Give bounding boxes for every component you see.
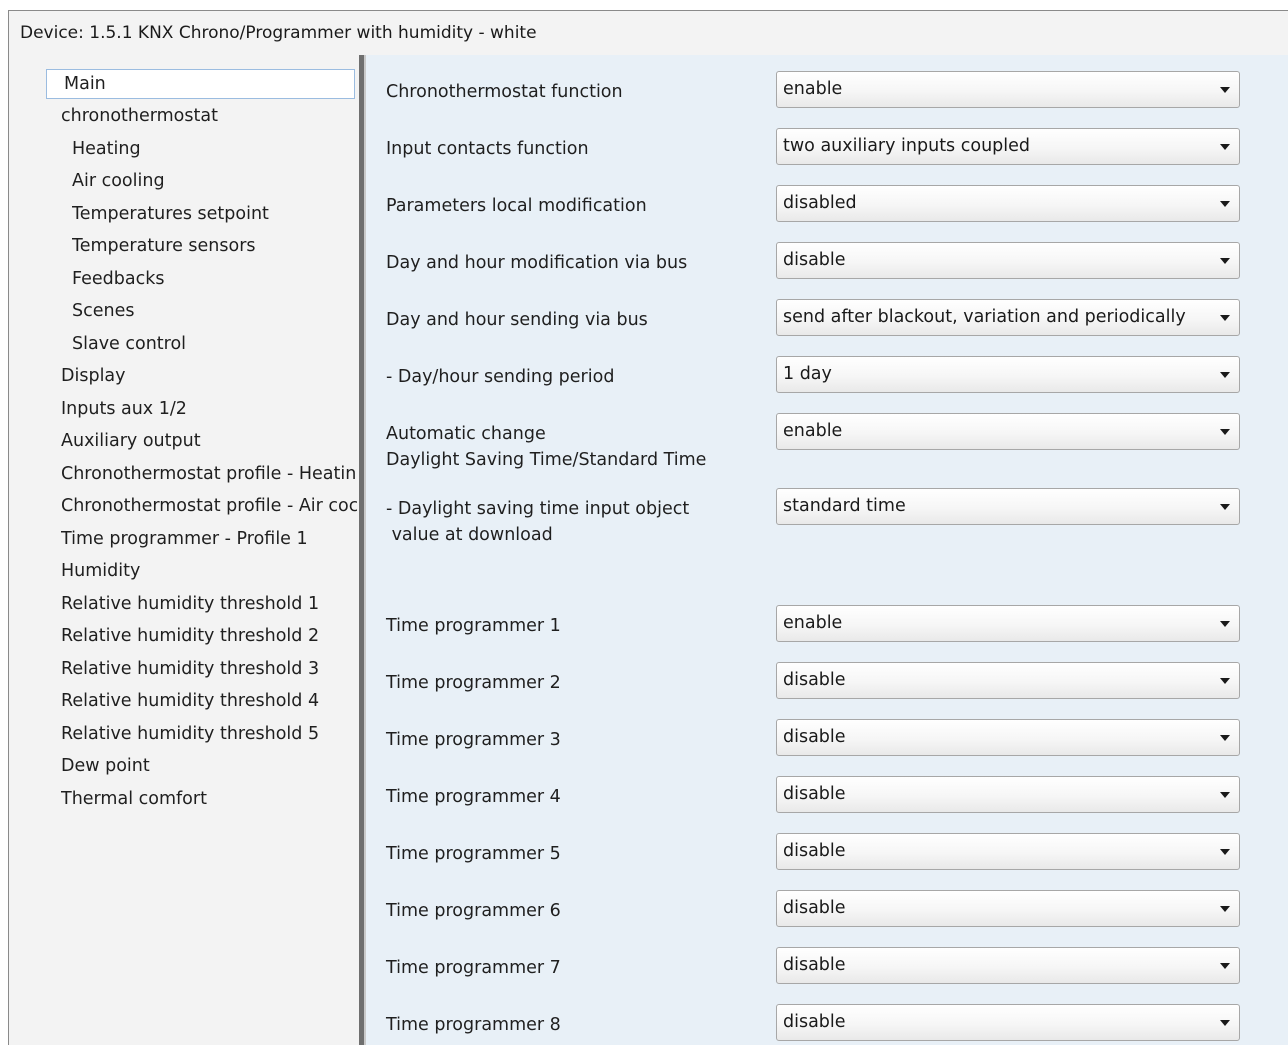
tree-item-temperature-sensors[interactable]: Temperature sensors (72, 231, 357, 261)
tree-item-thermal-comfort[interactable]: Thermal comfort (61, 784, 357, 814)
tree-item-inputs-aux[interactable]: Inputs aux 1/2 (61, 394, 357, 424)
param-value: send after blackout, variation and perio… (783, 307, 1186, 327)
chevron-down-icon (1220, 792, 1230, 798)
param-select-input-contacts-function[interactable]: two auxiliary inputs coupled (776, 128, 1240, 165)
param-value: disable (783, 727, 846, 747)
chevron-down-icon (1220, 258, 1230, 264)
param-value: enable (783, 79, 843, 99)
param-label-day-hour-sending-period: - Day/hour sending period (386, 367, 615, 387)
param-select-automatic-dst-change[interactable]: enable (776, 413, 1240, 450)
title-bar: Device: 1.5.1 KNX Chrono/Programmer with… (9, 11, 1288, 55)
tree-item-display[interactable]: Display (61, 361, 357, 391)
param-select-time-programmer-8[interactable]: disable (776, 1004, 1240, 1041)
param-label-time-programmer-5: Time programmer 5 (386, 844, 561, 864)
tree-item-chronothermostat[interactable]: chronothermostat (61, 101, 357, 131)
tree-item-rh-threshold-3[interactable]: Relative humidity threshold 3 (61, 654, 357, 684)
tree-item-dew-point[interactable]: Dew point (61, 751, 357, 781)
param-select-time-programmer-4[interactable]: disable (776, 776, 1240, 813)
param-value: disable (783, 250, 846, 270)
param-label-parameters-local-modification: Parameters local modification (386, 196, 647, 216)
tree-item-slave-control[interactable]: Slave control (72, 329, 357, 359)
tree-item-rh-threshold-4[interactable]: Relative humidity threshold 4 (61, 686, 357, 716)
chevron-down-icon (1220, 849, 1230, 855)
param-value: disable (783, 1012, 846, 1032)
chevron-down-icon (1220, 144, 1230, 150)
tree-item-feedbacks[interactable]: Feedbacks (72, 264, 357, 294)
param-label-time-programmer-8: Time programmer 8 (386, 1015, 561, 1035)
tree-item-auxiliary-output[interactable]: Auxiliary output (61, 426, 357, 456)
param-value: enable (783, 613, 843, 633)
param-label-time-programmer-3: Time programmer 3 (386, 730, 561, 750)
chevron-down-icon (1220, 87, 1230, 93)
param-select-day-hour-modification[interactable]: disable (776, 242, 1240, 279)
param-select-chronothermostat-function[interactable]: enable (776, 71, 1240, 108)
param-value: disable (783, 955, 846, 975)
chevron-down-icon (1220, 372, 1230, 378)
param-value: disable (783, 784, 846, 804)
chevron-down-icon (1220, 315, 1230, 321)
parameter-tree: Main chronothermostat Heating Air coolin… (9, 55, 359, 1045)
param-label-time-programmer-1: Time programmer 1 (386, 616, 561, 636)
tree-item-rh-threshold-2[interactable]: Relative humidity threshold 2 (61, 621, 357, 651)
param-select-time-programmer-7[interactable]: disable (776, 947, 1240, 984)
param-value: disabled (783, 193, 857, 213)
param-value: disable (783, 670, 846, 690)
param-label-day-hour-sending: Day and hour sending via bus (386, 310, 648, 330)
param-value: disable (783, 841, 846, 861)
chevron-down-icon (1220, 678, 1230, 684)
param-value: 1 day (783, 364, 832, 384)
tree-item-rh-threshold-5[interactable]: Relative humidity threshold 5 (61, 719, 357, 749)
tree-item-air-cooling[interactable]: Air cooling (72, 166, 357, 196)
device-window: Device: 1.5.1 KNX Chrono/Programmer with… (8, 10, 1288, 1045)
tree-item-chrono-profile-heating[interactable]: Chronothermostat profile - Heatin (61, 459, 357, 489)
chevron-down-icon (1220, 504, 1230, 510)
param-label-chronothermostat-function: Chronothermostat function (386, 82, 623, 102)
tree-item-time-programmer-profile[interactable]: Time programmer - Profile 1 (61, 524, 357, 554)
chevron-down-icon (1220, 1020, 1230, 1026)
param-value: enable (783, 421, 843, 441)
param-value: two auxiliary inputs coupled (783, 136, 1030, 156)
tree-item-heating[interactable]: Heating (72, 134, 357, 164)
param-label-day-hour-modification: Day and hour modification via bus (386, 253, 688, 273)
param-select-dst-input-object[interactable]: standard time (776, 488, 1240, 525)
param-select-time-programmer-1[interactable]: enable (776, 605, 1240, 642)
tree-item-chrono-profile-air-cooling[interactable]: Chronothermostat profile - Air coc (61, 491, 357, 521)
tree-item-main[interactable]: Main (46, 69, 355, 99)
tree-item-rh-threshold-1[interactable]: Relative humidity threshold 1 (61, 589, 357, 619)
param-label-time-programmer-2: Time programmer 2 (386, 673, 561, 693)
chevron-down-icon (1220, 735, 1230, 741)
tree-item-scenes[interactable]: Scenes (72, 296, 357, 326)
parameter-panel: Chronothermostat function enable Input c… (366, 55, 1288, 1045)
chevron-down-icon (1220, 963, 1230, 969)
param-label-dst-input-object: - Daylight saving time input object valu… (386, 499, 690, 545)
param-select-time-programmer-6[interactable]: disable (776, 890, 1240, 927)
chevron-down-icon (1220, 621, 1230, 627)
param-label-input-contacts-function: Input contacts function (386, 139, 589, 159)
window-title: Device: 1.5.1 KNX Chrono/Programmer with… (20, 23, 537, 43)
param-label-automatic-dst-change: Automatic change Daylight Saving Time/Sta… (386, 424, 707, 470)
param-select-day-hour-sending[interactable]: send after blackout, variation and perio… (776, 299, 1240, 336)
param-select-time-programmer-2[interactable]: disable (776, 662, 1240, 699)
param-value: disable (783, 898, 846, 918)
param-select-time-programmer-3[interactable]: disable (776, 719, 1240, 756)
param-label-time-programmer-4: Time programmer 4 (386, 787, 561, 807)
param-select-parameters-local-modification[interactable]: disabled (776, 185, 1240, 222)
tree-item-humidity[interactable]: Humidity (61, 556, 357, 586)
param-value: standard time (783, 496, 906, 516)
param-select-day-hour-sending-period[interactable]: 1 day (776, 356, 1240, 393)
chevron-down-icon (1220, 201, 1230, 207)
param-label-time-programmer-7: Time programmer 7 (386, 958, 561, 978)
param-select-time-programmer-5[interactable]: disable (776, 833, 1240, 870)
tree-item-temperatures-setpoint[interactable]: Temperatures setpoint (72, 199, 357, 229)
chevron-down-icon (1220, 429, 1230, 435)
param-label-time-programmer-6: Time programmer 6 (386, 901, 561, 921)
chevron-down-icon (1220, 906, 1230, 912)
